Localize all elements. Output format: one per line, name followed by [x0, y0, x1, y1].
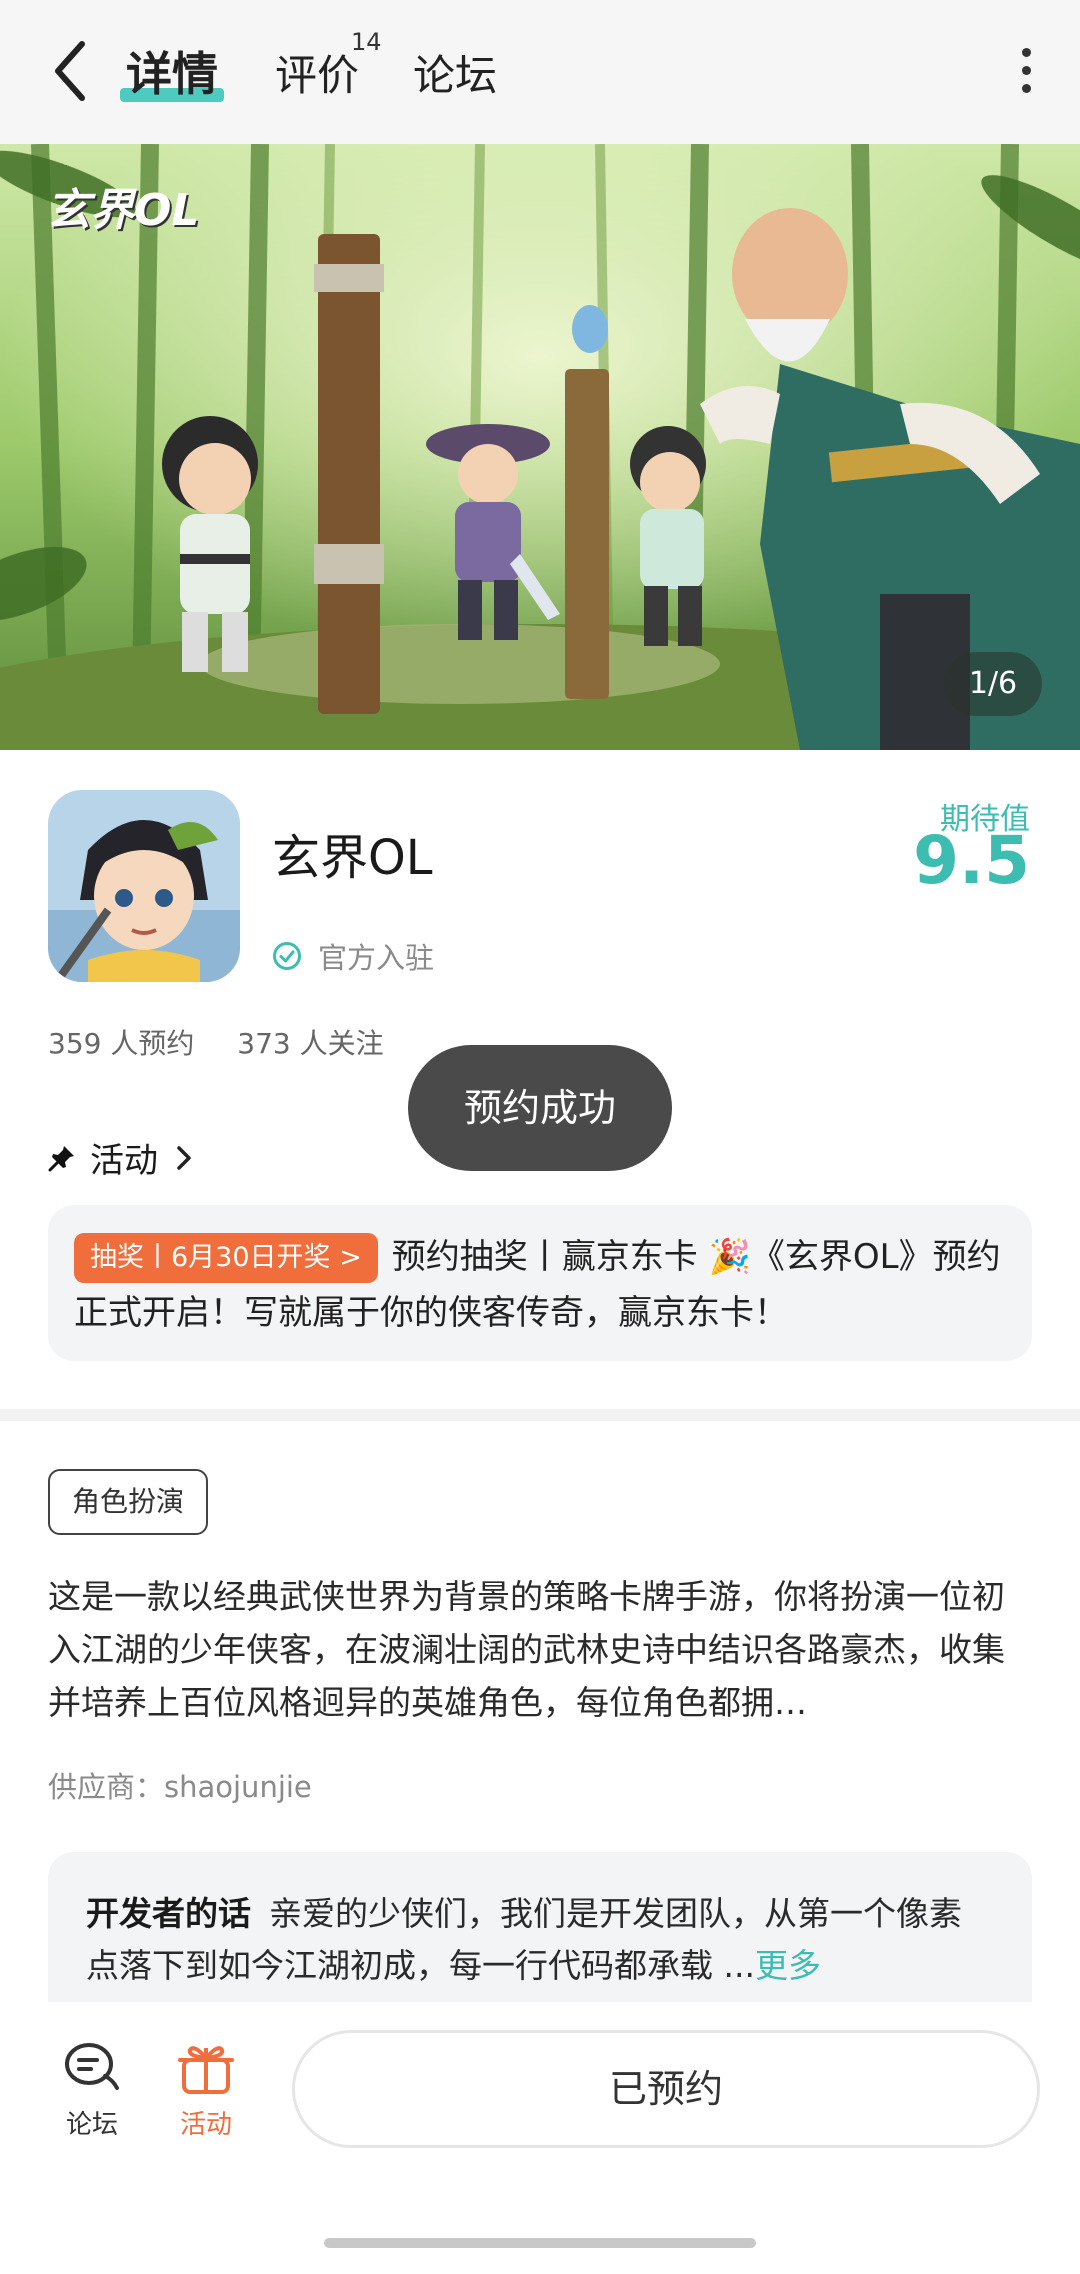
- reservation-count: 359 人预约: [48, 1027, 195, 1060]
- reservation-success-toast: 预约成功: [408, 1045, 672, 1171]
- banner-carousel[interactable]: 玄界OL 1/6: [0, 144, 1080, 750]
- activity-card[interactable]: 抽奖丨6月30日开奖 > 预约抽奖丨赢京东卡 🎉《玄界OL》预约正式开启！写就属于…: [48, 1205, 1032, 1361]
- developer-note-heading: 开发者的话: [86, 1894, 251, 1933]
- more-options-button[interactable]: [1016, 48, 1036, 98]
- more-dot-icon: [1021, 48, 1031, 57]
- game-description[interactable]: 这是一款以经典武侠世界为背景的策略卡牌手游，你将扮演一位初入江湖的少年侠客，在波…: [48, 1570, 1032, 1729]
- game-avatar-illustration: [48, 790, 240, 982]
- tab-details[interactable]: 详情: [120, 38, 224, 104]
- activity-heading: 活动: [90, 1141, 158, 1181]
- bottom-nav-activity-label: 活动: [179, 2110, 232, 2140]
- lottery-badge: 抽奖丨6月30日开奖 >: [74, 1233, 378, 1283]
- more-dot-icon: [1021, 66, 1031, 75]
- supplier-info: 供应商：shaojunjie: [48, 1770, 312, 1804]
- carousel-page-indicator: 1/6: [944, 652, 1042, 716]
- pin-icon: [48, 1145, 74, 1171]
- tab-details-label: 详情: [126, 47, 218, 101]
- tab-reviews-label: 评价: [275, 51, 360, 100]
- chevron-right-icon: [177, 1145, 191, 1170]
- forum-chat-icon: [65, 2043, 119, 2090]
- back-button[interactable]: [48, 36, 98, 106]
- expectation-score: 9.5: [913, 822, 1030, 899]
- banner-logo: 玄界OL: [46, 185, 200, 236]
- bottom-nav-forum[interactable]: 论坛: [52, 2038, 132, 2141]
- chevron-left-icon: [55, 41, 85, 101]
- genre-tag[interactable]: 角色扮演: [48, 1469, 209, 1535]
- developer-note-card[interactable]: 开发者的话 亲爱的少侠们，我们是开发团队，从第一个像素点落下到如今江湖初成，每一行…: [48, 1852, 1032, 2002]
- top-nav-bar: 详情 评价 14 论坛: [0, 0, 1080, 144]
- more-dot-icon: [1021, 84, 1031, 93]
- bottom-nav-forum-label: 论坛: [65, 2110, 118, 2140]
- game-stats: 359 人预约 373 人关注: [48, 1022, 418, 1062]
- game-app-icon: [48, 790, 240, 982]
- official-label: 官方入驻: [318, 941, 435, 975]
- bottom-nav-activity[interactable]: 活动: [166, 2038, 246, 2141]
- tab-forum[interactable]: 论坛: [413, 42, 497, 103]
- bottom-action-bar: 论坛 活动 已预约: [0, 2004, 1080, 2274]
- follower-count: 373 人关注: [237, 1027, 384, 1060]
- tab-reviews[interactable]: 评价 14: [275, 28, 382, 103]
- activity-section-header[interactable]: 活动: [48, 1133, 194, 1182]
- developer-note-more-link[interactable]: 更多: [755, 1946, 821, 1985]
- game-title: 玄界OL: [272, 830, 433, 886]
- official-badge: 官方入驻: [272, 935, 434, 977]
- reserved-button[interactable]: 已预约: [292, 2030, 1040, 2148]
- tab-forum-label: 论坛: [413, 51, 498, 100]
- home-indicator: [324, 2238, 756, 2248]
- verified-check-icon: [273, 942, 301, 970]
- section-divider: [0, 1409, 1080, 1421]
- gift-icon: [178, 2046, 234, 2094]
- reviews-count-badge: 14: [351, 28, 382, 56]
